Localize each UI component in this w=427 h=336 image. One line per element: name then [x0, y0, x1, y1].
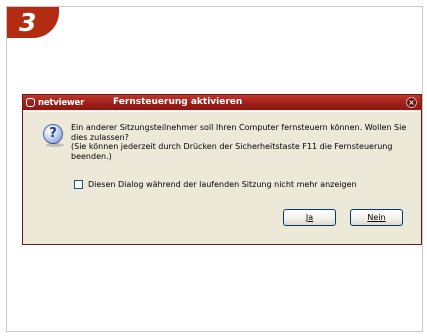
- dialog-title: Fernsteuerung aktivieren: [113, 97, 243, 107]
- question-icon-shadow: [46, 143, 64, 147]
- netviewer-logo-icon: [26, 98, 35, 107]
- message-hint: (Sie können jederzeit durch Drücken der …: [71, 142, 393, 161]
- dont-show-again-row[interactable]: Diesen Dialog während der laufenden Sitz…: [74, 180, 357, 189]
- netviewer-logo: netviewer: [26, 96, 84, 109]
- yes-button[interactable]: Ja: [283, 209, 336, 226]
- yes-button-label: Ja: [305, 213, 314, 222]
- dont-show-again-checkbox[interactable]: [74, 180, 83, 189]
- tutorial-card: 3 netviewer Fernsteuerung aktivieren × ?…: [6, 6, 423, 332]
- message-question: Ein anderer Sitzungsteilnehmer soll Ihre…: [71, 123, 407, 142]
- close-button[interactable]: ×: [406, 97, 417, 108]
- dialog-message: Ein anderer Sitzungsteilnehmer soll Ihre…: [71, 123, 419, 161]
- brand-name: netviewer: [38, 97, 85, 108]
- question-icon: ?: [43, 124, 63, 144]
- close-icon: ×: [408, 98, 415, 107]
- dont-show-again-label[interactable]: Diesen Dialog während der laufenden Sitz…: [88, 180, 357, 189]
- no-button[interactable]: Nein: [350, 209, 403, 226]
- remote-control-dialog: netviewer Fernsteuerung aktivieren × ? E…: [22, 94, 422, 245]
- step-number-badge: 3: [7, 7, 59, 38]
- dialog-body: ? Ein anderer Sitzungsteilnehmer soll Ih…: [24, 111, 420, 243]
- dialog-titlebar[interactable]: netviewer Fernsteuerung aktivieren ×: [23, 95, 421, 110]
- no-button-label: Nein: [367, 213, 386, 222]
